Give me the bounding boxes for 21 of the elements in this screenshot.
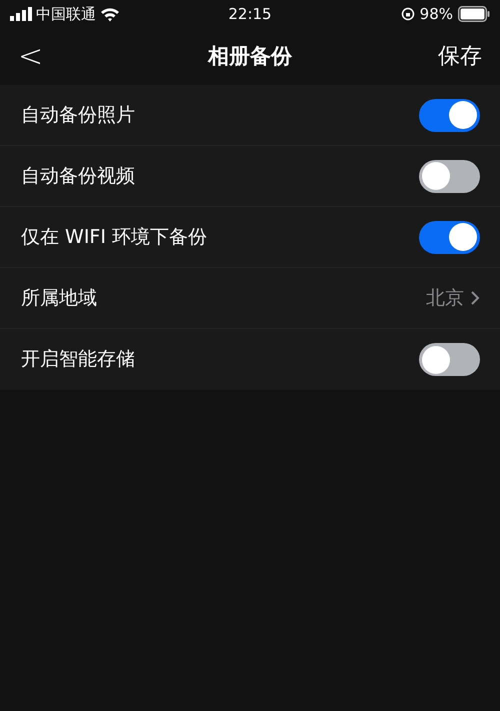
back-button[interactable]: < bbox=[18, 42, 78, 72]
setting-label: 所属地域 bbox=[21, 286, 98, 311]
clock-time: 22:15 bbox=[228, 4, 272, 25]
rotation-lock-icon bbox=[400, 7, 415, 21]
battery-percent: 98% bbox=[420, 4, 453, 25]
wifi-icon bbox=[100, 6, 120, 22]
page-title: 相册备份 bbox=[208, 42, 292, 70]
region-selector[interactable]: 北京 bbox=[426, 284, 480, 312]
toggle-switch[interactable] bbox=[419, 343, 480, 376]
toggle-switch[interactable] bbox=[419, 98, 480, 132]
setting-label: 开启智能存储 bbox=[21, 347, 136, 372]
setting-label: 自动备份照片 bbox=[21, 102, 136, 128]
signal-icon bbox=[10, 7, 32, 21]
carrier-name: 中国联通 bbox=[36, 4, 96, 25]
save-button[interactable]: 保存 bbox=[422, 40, 482, 73]
toggle-switch[interactable] bbox=[419, 160, 480, 192]
toggle-switch[interactable] bbox=[419, 220, 480, 254]
battery-icon bbox=[458, 6, 490, 22]
chevron-right-icon bbox=[470, 290, 480, 306]
setting-label: 自动备份视频 bbox=[21, 164, 136, 189]
setting-label: 仅在 WIFI 环境下备份 bbox=[21, 224, 208, 250]
